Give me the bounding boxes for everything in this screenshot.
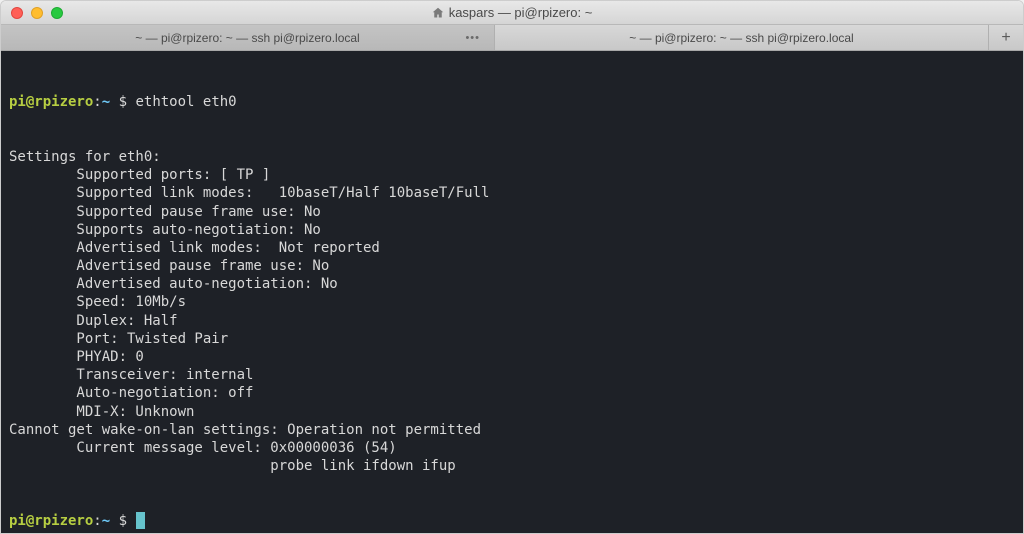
- traffic-lights: [11, 7, 63, 19]
- tab-ellipsis-icon: •••: [465, 32, 480, 44]
- minimize-button[interactable]: [31, 7, 43, 19]
- output-line: Settings for eth0:: [9, 148, 1015, 166]
- output-line: Cannot get wake-on-lan settings: Operati…: [9, 421, 1015, 439]
- output-line: Duplex: Half: [9, 312, 1015, 330]
- output-line: Supported pause frame use: No: [9, 203, 1015, 221]
- output-line: probe link ifdown ifup: [9, 457, 1015, 475]
- output-line: Speed: 10Mb/s: [9, 293, 1015, 311]
- prompt-dollar: $: [110, 513, 135, 529]
- titlebar[interactable]: kaspars — pi@rpizero: ~: [1, 1, 1023, 25]
- prompt-sep: :: [93, 513, 101, 529]
- ready-prompt: pi@rpizero:~ $: [9, 512, 1015, 530]
- window-title-text: kaspars — pi@rpizero: ~: [449, 5, 593, 20]
- zoom-button[interactable]: [51, 7, 63, 19]
- output-line: PHYAD: 0: [9, 348, 1015, 366]
- tab-2[interactable]: ~ — pi@rpizero: ~ — ssh pi@rpizero.local: [495, 25, 989, 50]
- terminal-output: Settings for eth0: Supported ports: [ TP…: [9, 148, 1015, 475]
- new-tab-button[interactable]: +: [989, 25, 1023, 50]
- output-line: Current message level: 0x00000036 (54): [9, 439, 1015, 457]
- prompt-path: ~: [102, 513, 110, 529]
- tab-label: ~ — pi@rpizero: ~ — ssh pi@rpizero.local: [629, 31, 853, 45]
- output-line: Auto-negotiation: off: [9, 384, 1015, 402]
- cursor: [136, 512, 145, 529]
- output-line: Supported ports: [ TP ]: [9, 166, 1015, 184]
- output-line: Transceiver: internal: [9, 366, 1015, 384]
- output-line: Advertised link modes: Not reported: [9, 239, 1015, 257]
- command-text: ethtool eth0: [135, 94, 236, 110]
- output-line: Supported link modes: 10baseT/Half 10bas…: [9, 184, 1015, 202]
- prompt-sep: :: [93, 94, 101, 110]
- prompt-user: pi@rpizero: [9, 513, 93, 529]
- prompt-user: pi@rpizero: [9, 94, 93, 110]
- close-button[interactable]: [11, 7, 23, 19]
- window-title: kaspars — pi@rpizero: ~: [9, 5, 1015, 20]
- terminal-content[interactable]: pi@rpizero:~ $ ethtool eth0 Settings for…: [1, 51, 1023, 533]
- output-line: Advertised auto-negotiation: No: [9, 275, 1015, 293]
- output-line: Port: Twisted Pair: [9, 330, 1015, 348]
- output-line: Supports auto-negotiation: No: [9, 221, 1015, 239]
- tab-1[interactable]: ~ — pi@rpizero: ~ — ssh pi@rpizero.local…: [1, 25, 495, 50]
- tabbar: ~ — pi@rpizero: ~ — ssh pi@rpizero.local…: [1, 25, 1023, 51]
- prompt-dollar: $: [110, 94, 135, 110]
- output-line: MDI-X: Unknown: [9, 403, 1015, 421]
- tab-label: ~ — pi@rpizero: ~ — ssh pi@rpizero.local: [135, 31, 359, 45]
- terminal-window: kaspars — pi@rpizero: ~ ~ — pi@rpizero: …: [0, 0, 1024, 534]
- output-line: Advertised pause frame use: No: [9, 257, 1015, 275]
- home-icon: [432, 7, 444, 19]
- command-line: pi@rpizero:~ $ ethtool eth0: [9, 93, 1015, 111]
- prompt-path: ~: [102, 94, 110, 110]
